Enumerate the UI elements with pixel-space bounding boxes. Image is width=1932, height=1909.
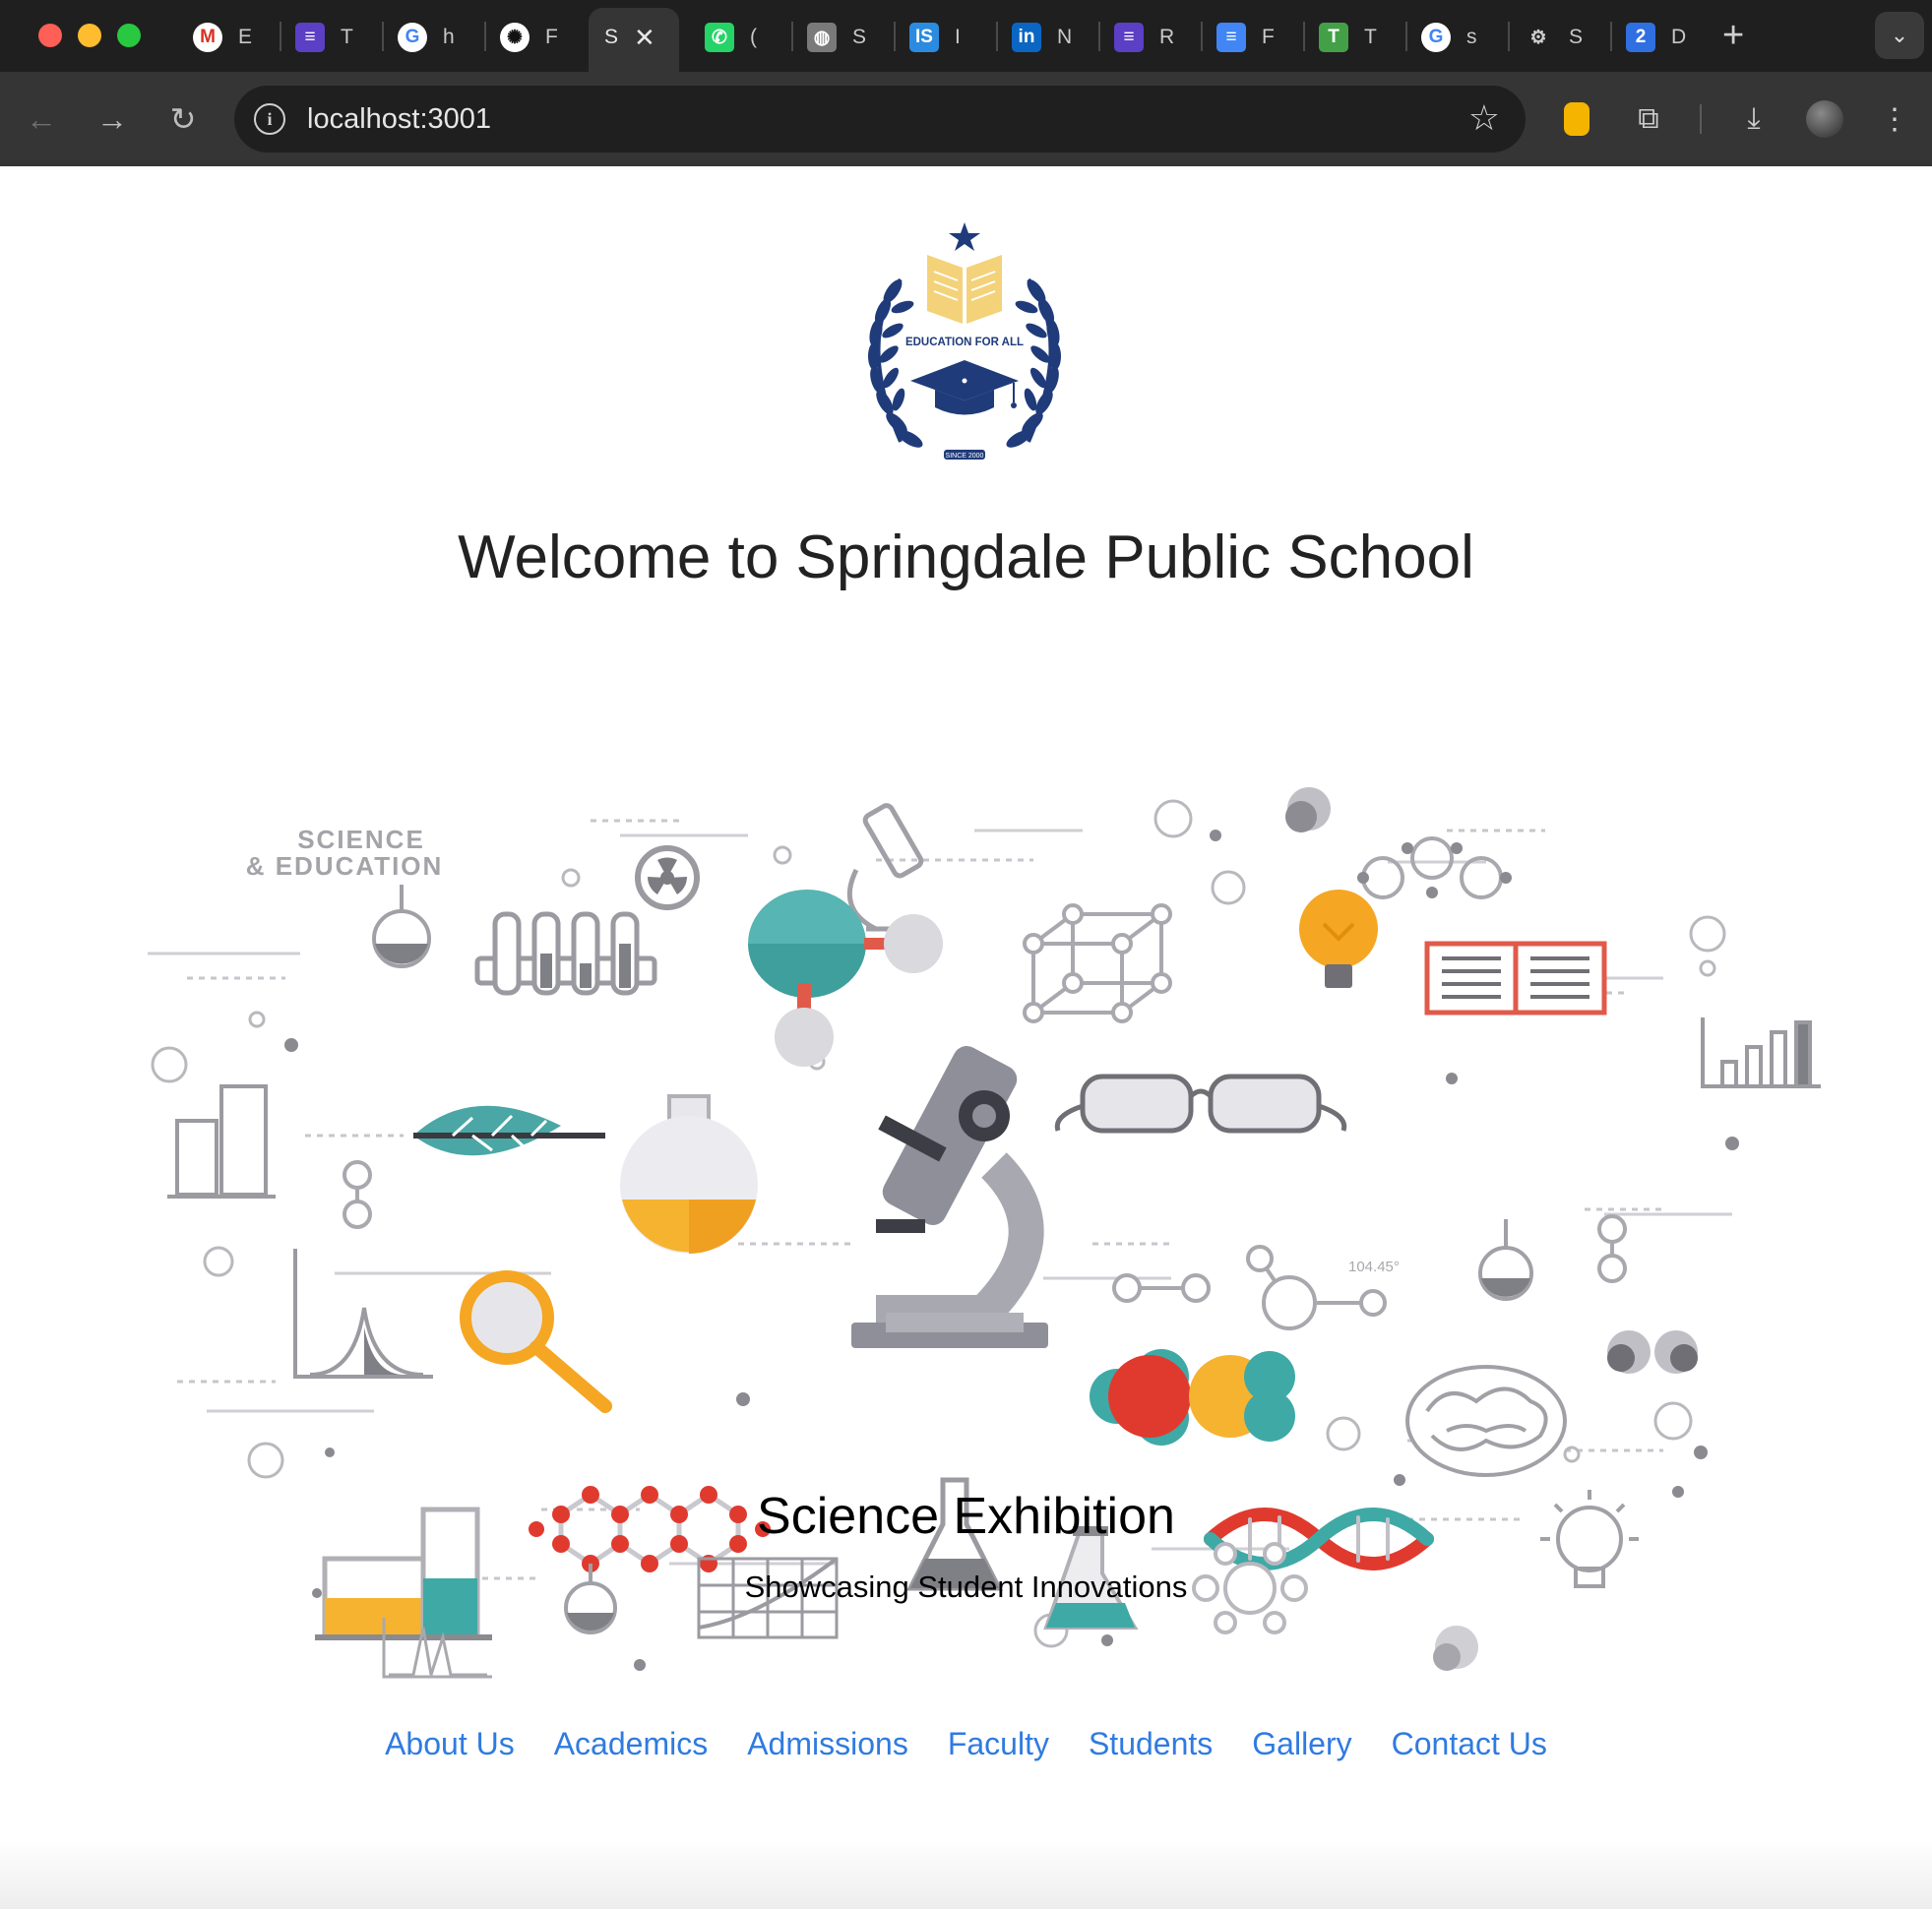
hero-subtitle: Showcasing Student Innovations (744, 1570, 1188, 1604)
footer-shade (0, 1840, 1932, 1909)
browser-tab-label: s (1466, 26, 1477, 48)
logo-since: SINCE 2000 (946, 453, 984, 460)
extension-pill-icon[interactable] (1555, 97, 1598, 141)
google-icon: G (1421, 23, 1451, 52)
nav-link-students[interactable]: Students (1089, 1726, 1213, 1762)
docs-icon: ≡ (1216, 23, 1246, 52)
browser-tab[interactable]: TT (1319, 14, 1377, 61)
extensions-puzzle-icon[interactable]: ⧉ (1627, 97, 1670, 141)
whatsapp-icon: ✆ (705, 23, 734, 52)
browser-tab[interactable]: ⚙ S (1524, 14, 1583, 61)
t-app-icon: T (1319, 23, 1348, 52)
browser-tab[interactable]: IS I (909, 14, 961, 61)
hero-title: Science Exhibition (757, 1488, 1175, 1545)
nav-link-contact-us[interactable]: Contact Us (1392, 1726, 1547, 1762)
browser-tab-label: F (1262, 26, 1275, 48)
browser-tab-label: I (955, 26, 961, 48)
nav-link-admissions[interactable]: Admissions (747, 1726, 908, 1762)
globe-icon: ◍ (807, 23, 837, 52)
hero-art-angle-text: 104.45° (1348, 1259, 1400, 1275)
tab-separator (1201, 22, 1203, 51)
nav-link-gallery[interactable]: Gallery (1252, 1726, 1351, 1762)
browser-tab-label: S (852, 26, 867, 48)
download-icon[interactable]: ⤓ (1732, 97, 1776, 141)
address-bar[interactable]: i localhost:3001 ☆ (234, 86, 1526, 153)
nav-link-faculty[interactable]: Faculty (948, 1726, 1049, 1762)
logo-motto: EDUCATION FOR ALL (905, 337, 1024, 348)
browser-tab-label: T (1364, 26, 1377, 48)
browser-tab-label: N (1057, 26, 1073, 48)
list-app-icon: ≡ (295, 23, 325, 52)
toolbar-divider (1700, 104, 1702, 134)
forward-arrow-icon[interactable]: → (91, 97, 134, 141)
profile-avatar[interactable] (1803, 97, 1846, 141)
tab-separator (1098, 22, 1100, 51)
browser-tab[interactable]: ✺ F (500, 14, 558, 61)
browser-tab[interactable]: ≡ F (1216, 14, 1275, 61)
tab-separator (791, 22, 793, 51)
browser-menu-icon[interactable]: ⋮ (1873, 97, 1916, 141)
active-tab-content[interactable]: S ✕ (604, 14, 655, 61)
browser-tab-label: ( (750, 26, 757, 48)
web-page: EDUCATION FOR ALL SINCE 2000 Welcome to … (0, 166, 1932, 1909)
maximize-window-button[interactable] (117, 24, 141, 47)
close-tab-icon[interactable]: ✕ (634, 23, 655, 53)
url-text[interactable]: localhost:3001 (307, 103, 491, 136)
hero-art-text-education: & EDUCATION (246, 851, 444, 881)
new-tab-button[interactable]: + (1722, 14, 1744, 57)
openai-icon: ✺ (500, 23, 530, 52)
browser-tab-label: h (443, 26, 455, 48)
active-tab-label: S (604, 26, 619, 48)
school-logo: EDUCATION FOR ALL SINCE 2000 (832, 220, 1097, 466)
page-title: Welcome to Springdale Public School (458, 523, 1474, 591)
linkedin-icon: in (1012, 23, 1041, 52)
browser-tab[interactable]: ◍ S (807, 14, 866, 61)
browser-tab-label: R (1159, 26, 1175, 48)
browser-tab[interactable]: in N (1012, 14, 1072, 61)
browser-tab[interactable]: ME (193, 14, 252, 61)
browser-tab-label: F (545, 26, 558, 48)
gmail-icon: M (193, 23, 222, 52)
nav-link-about-us[interactable]: About Us (385, 1726, 515, 1762)
nav-link-academics[interactable]: Academics (554, 1726, 709, 1762)
browser-tab-label: T (341, 26, 353, 48)
close-window-button[interactable] (38, 24, 62, 47)
browser-tab-label: S (1569, 26, 1584, 48)
tab-separator (280, 22, 281, 51)
reload-icon[interactable]: ↻ (161, 97, 205, 141)
browser-tab[interactable]: ✆( (705, 14, 757, 61)
tab-separator (1508, 22, 1510, 51)
browser-tab[interactable]: Gs (1421, 14, 1477, 61)
google-icon: G (398, 23, 427, 52)
browser-tab[interactable]: ≡ T (295, 14, 353, 61)
browser-toolbar: ← → ↻ i localhost:3001 ☆ ⧉ ⤓ ⋮ (0, 72, 1932, 166)
tab-separator (382, 22, 384, 51)
tab-search-chevron-icon[interactable]: ⌄ (1875, 12, 1924, 59)
tab-separator (1303, 22, 1305, 51)
minimize-window-button[interactable] (78, 24, 101, 47)
bookmark-star-icon[interactable]: ☆ (1468, 97, 1500, 139)
hero-art-text-science: SCIENCE (297, 825, 425, 854)
site-info-icon[interactable]: i (254, 103, 285, 135)
browser-tab-label: D (1671, 26, 1687, 48)
back-arrow-icon[interactable]: ← (20, 97, 63, 141)
list-app-icon: ≡ (1114, 23, 1144, 52)
two-icon: 2 (1626, 23, 1655, 52)
browser-tab[interactable]: Gh (398, 14, 455, 61)
settings-icon: ⚙ (1524, 23, 1553, 52)
tab-separator (1405, 22, 1407, 51)
browser-tab[interactable]: 2D (1626, 14, 1686, 61)
main-nav: About Us Academics Admissions Faculty St… (0, 1726, 1932, 1762)
browser-tab[interactable]: ≡ R (1114, 14, 1174, 61)
tab-separator (1610, 22, 1612, 51)
browser-tab-bar: M E ≡ T Gh ✺ F ✆(◍ S IS Iin N ≡ R ≡ F T T Gs ⚙ S 2 D S ✕ + ⌄ (0, 0, 1932, 73)
tab-separator (996, 22, 998, 51)
tab-separator (894, 22, 896, 51)
is-icon: IS (909, 23, 939, 52)
browser-tab-label: E (238, 26, 253, 48)
tab-separator (484, 22, 486, 51)
